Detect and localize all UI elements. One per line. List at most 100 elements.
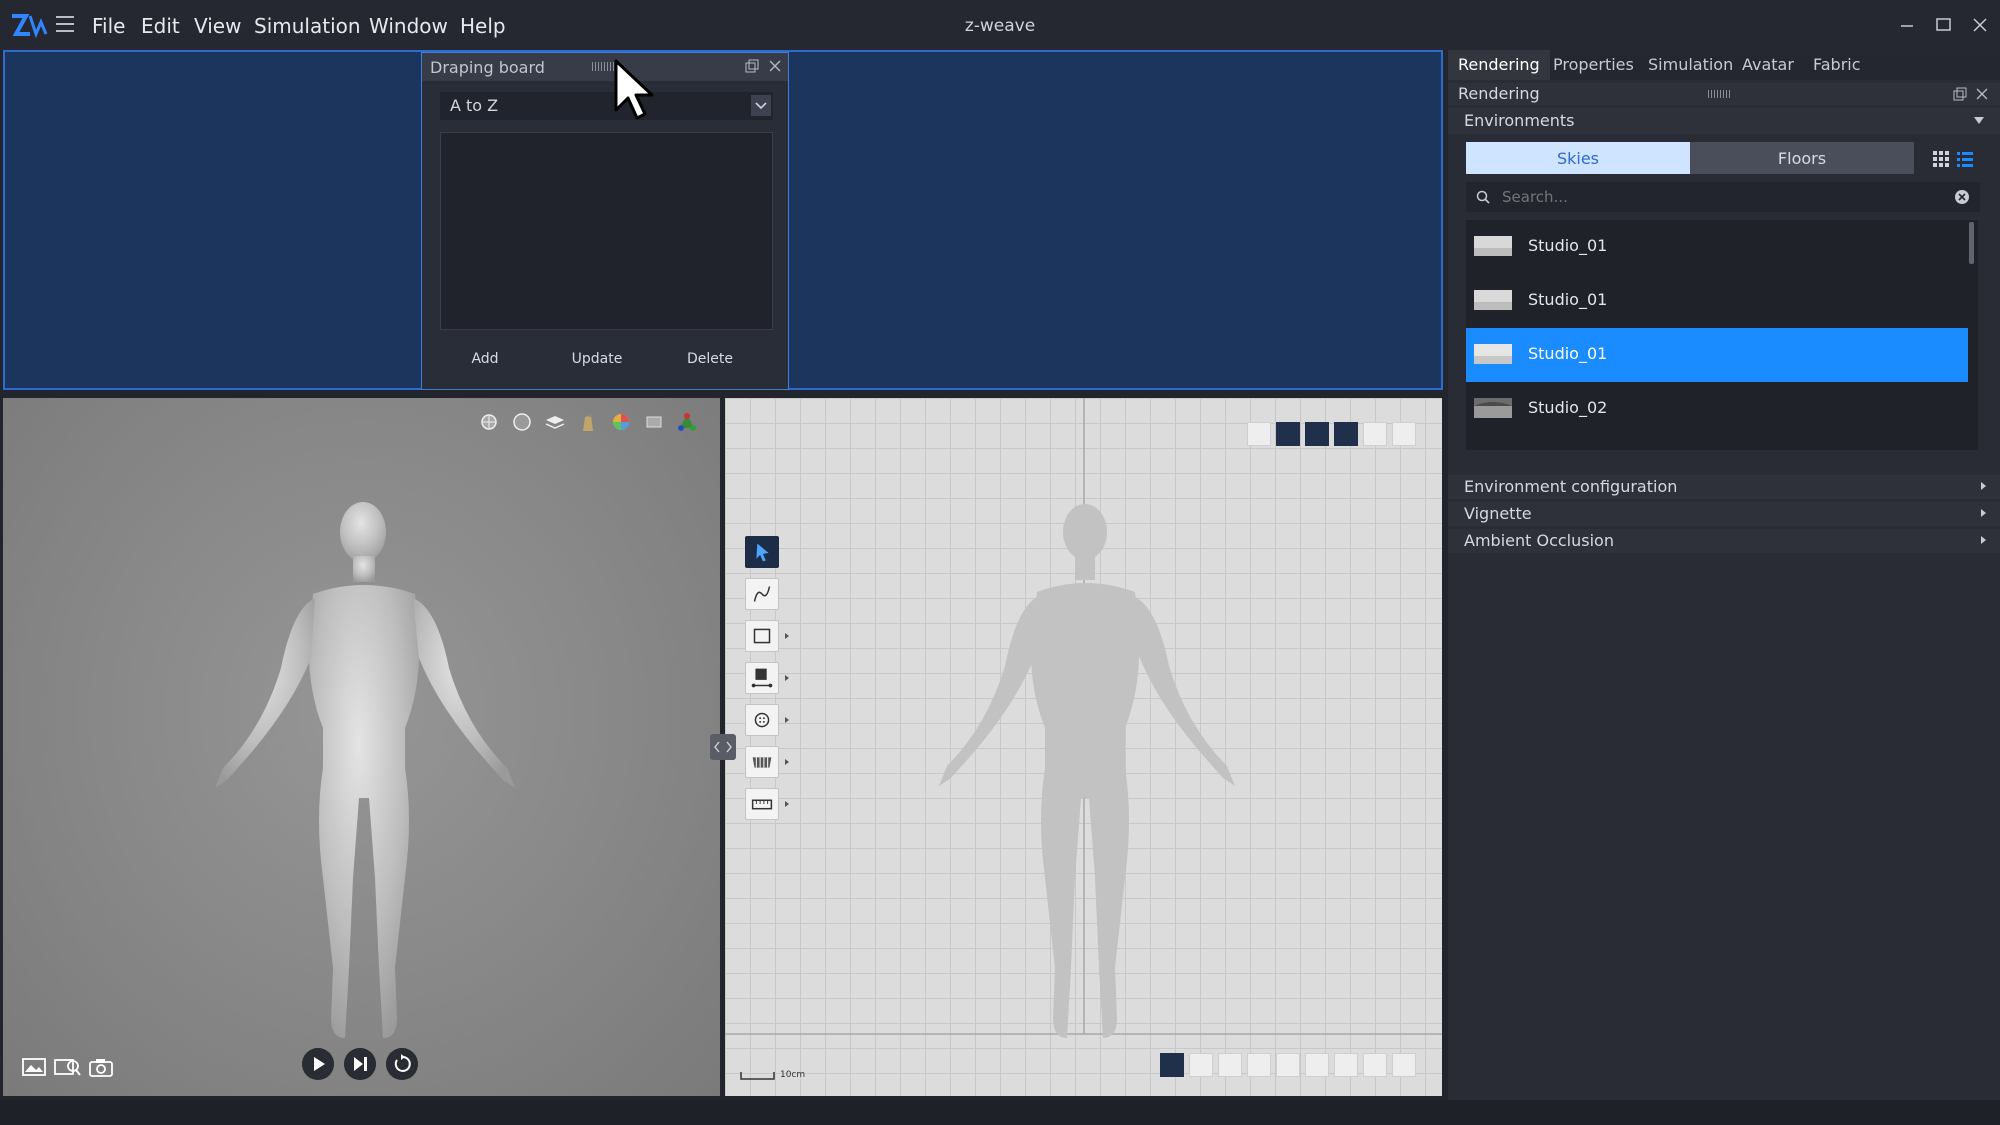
section-ambient-occlusion[interactable]: Ambient Occlusion: [1448, 529, 2000, 553]
sort-order-value: A to Z: [450, 96, 499, 115]
add-button[interactable]: Add: [435, 351, 535, 367]
play-icon[interactable]: [302, 1048, 334, 1080]
clear-search-icon[interactable]: [1954, 189, 1970, 205]
axes-icon[interactable]: [676, 411, 698, 433]
environment-name: Studio_01: [1528, 344, 1608, 363]
drag-grip-icon[interactable]: [1708, 90, 1732, 98]
search-icon: [1476, 190, 1490, 204]
section-environment-configuration[interactable]: Environment configuration: [1448, 475, 2000, 499]
sewing-icon[interactable]: [745, 662, 779, 694]
close-window-icon[interactable]: [1965, 12, 1995, 38]
viewport-splitter-icon[interactable]: [710, 734, 736, 760]
sphere-icon[interactable]: [511, 411, 533, 433]
layers-icon[interactable]: [544, 411, 566, 433]
tab-properties[interactable]: Properties: [1553, 55, 1634, 74]
floors-button[interactable]: Floors: [1690, 142, 1914, 174]
image-search-icon[interactable]: [53, 1056, 81, 1078]
step-forward-icon[interactable]: [344, 1048, 376, 1080]
chevron-right-icon: [1981, 536, 1986, 544]
sewing-submenu-arrow[interactable]: [785, 675, 789, 681]
environment-list[interactable]: Studio_01 Studio_01 Studio_01 Studio_02: [1466, 220, 1978, 450]
camera-icon[interactable]: [87, 1056, 115, 1078]
minimize-icon[interactable]: [1892, 12, 1922, 38]
environment-search[interactable]: [1466, 182, 1980, 212]
rectangle-icon[interactable]: [745, 620, 779, 652]
curve-icon[interactable]: [745, 578, 779, 610]
color-wheel-icon[interactable]: [610, 411, 632, 433]
update-button[interactable]: Update: [547, 351, 647, 367]
list-item[interactable]: Studio_01: [1466, 274, 1968, 328]
lock-icon[interactable]: [1305, 1053, 1329, 1077]
layer-icon[interactable]: [1247, 422, 1271, 446]
grid-view-icon[interactable]: [1932, 150, 1950, 168]
texture-icon[interactable]: [643, 411, 665, 433]
draping-board-list[interactable]: [440, 132, 773, 330]
segment-mode-icon[interactable]: [1218, 1053, 1242, 1077]
sewing-mode-icon[interactable]: [1276, 1053, 1300, 1077]
tab-rendering[interactable]: Rendering: [1458, 55, 1540, 74]
pattern-mode-icon[interactable]: [1189, 1053, 1213, 1077]
viewport-3d[interactable]: [3, 398, 720, 1096]
section-vignette[interactable]: Vignette: [1448, 502, 2000, 526]
target-icon[interactable]: [1392, 1053, 1416, 1077]
delete-button[interactable]: Delete: [660, 351, 760, 367]
list-item-selected[interactable]: Studio_01: [1466, 328, 1968, 382]
draping-board-panel[interactable]: Draping board A to Z Add Update Delete: [421, 52, 789, 390]
select-pointer-icon[interactable]: [745, 536, 779, 568]
image-icon[interactable]: [20, 1056, 48, 1078]
hanger-icon[interactable]: [577, 411, 599, 433]
skies-button[interactable]: Skies: [1466, 142, 1690, 174]
list-item[interactable]: Studio_01: [1466, 220, 1968, 274]
fold-submenu-arrow[interactable]: [785, 759, 789, 765]
collapse-icon[interactable]: [1974, 117, 1984, 125]
texture-visibility-icon[interactable]: [1363, 422, 1387, 446]
button-submenu-arrow[interactable]: [785, 717, 789, 723]
select-mode-icon[interactable]: [1160, 1053, 1184, 1077]
avatar-silhouette: [939, 504, 1235, 1038]
tab-avatar[interactable]: Avatar: [1742, 55, 1794, 74]
grid-visibility-icon[interactable]: [1276, 422, 1300, 446]
chevron-right-icon: [1981, 482, 1986, 490]
environments-header[interactable]: Environments: [1448, 108, 2000, 134]
draping-board-header[interactable]: Draping board: [422, 53, 788, 81]
scale-bar-line: [740, 1072, 775, 1080]
skies-label: Skies: [1556, 149, 1600, 168]
button-icon[interactable]: [745, 704, 779, 736]
ruler-icon[interactable]: [745, 788, 779, 820]
list-view-icon[interactable]: [1956, 150, 1974, 168]
close-icon[interactable]: [1976, 88, 1988, 100]
transform-icon[interactable]: [1363, 1053, 1387, 1077]
floors-label: Floors: [1777, 149, 1827, 168]
point-mode-icon[interactable]: [1247, 1053, 1271, 1077]
sun-icon[interactable]: [478, 411, 500, 433]
rectangle-submenu-arrow[interactable]: [785, 633, 789, 639]
pattern-visibility-icon[interactable]: [1334, 422, 1358, 446]
tab-simulation[interactable]: Simulation: [1648, 55, 1733, 74]
title-bar: File Edit View Simulation Window Help z-…: [0, 0, 2000, 50]
sky-thumbnail: [1474, 398, 1512, 418]
fold-icon[interactable]: [745, 746, 779, 778]
point-visibility-icon[interactable]: [1305, 422, 1329, 446]
ruler-visibility-icon[interactable]: [1392, 422, 1416, 446]
undock-icon[interactable]: [745, 59, 759, 73]
close-icon[interactable]: [769, 60, 781, 72]
search-input[interactable]: [1500, 185, 1934, 209]
avatar-3d[interactable]: [183, 498, 553, 1058]
viewport-2d[interactable]: 10cm: [725, 398, 1442, 1096]
section-title: Environment configuration: [1464, 477, 1678, 496]
undock-icon[interactable]: [1953, 87, 1967, 101]
reset-icon[interactable]: [386, 1048, 418, 1080]
app-title: z-weave: [964, 16, 1036, 36]
environment-list-scrollbar[interactable]: [1969, 222, 1974, 264]
mouse-cursor-icon: [614, 59, 654, 120]
chevron-down-icon[interactable]: [751, 95, 771, 116]
sort-order-select[interactable]: A to Z: [440, 92, 773, 120]
ruler-submenu-arrow[interactable]: [785, 801, 789, 807]
list-item[interactable]: Studio_02: [1466, 382, 1968, 436]
maximize-icon[interactable]: [1928, 12, 1958, 38]
draping-board-title: Draping board: [430, 58, 545, 77]
tab-fabric[interactable]: Fabric: [1813, 55, 1861, 74]
scale-label: 10cm: [780, 1070, 806, 1080]
panel-subheader-title: Rendering: [1458, 84, 1540, 103]
edit-line-icon[interactable]: [1334, 1053, 1358, 1077]
